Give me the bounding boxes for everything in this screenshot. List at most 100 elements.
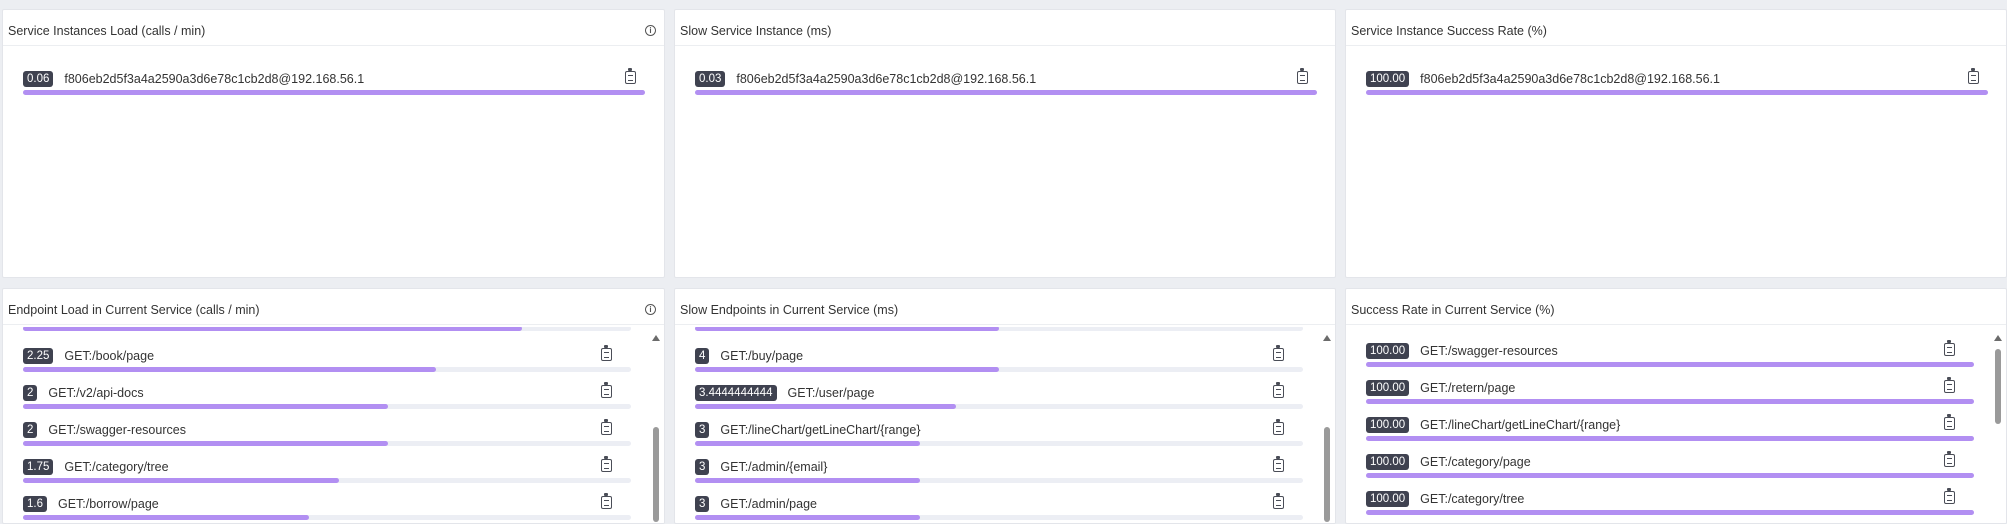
scrollbar-thumb[interactable] <box>1995 349 2001 424</box>
list-item[interactable]: 0.06 f806eb2d5f3a4a2590a3d6e78c1cb2d8@192… <box>23 68 645 107</box>
bar-track <box>1366 436 1974 441</box>
bar-fill <box>23 367 437 372</box>
value-badge: 100.00 <box>1366 417 1410 433</box>
scrollbar[interactable] <box>1990 327 2006 523</box>
bar-fill <box>695 327 999 331</box>
info-icon[interactable]: i <box>645 304 656 315</box>
value-badge: 100.00 <box>1366 454 1410 470</box>
copy-icon[interactable] <box>1273 456 1284 472</box>
copy-icon[interactable] <box>601 419 612 435</box>
scroll-up-arrow-icon[interactable] <box>1323 335 1331 341</box>
scroll-up-arrow-icon[interactable] <box>1994 335 2002 341</box>
bar-fill <box>23 441 388 446</box>
endpoint-name: GET:/buy/page <box>720 349 804 363</box>
scrollbar-thumb[interactable] <box>1324 427 1330 522</box>
list-item[interactable]: 3 GET:/admin/{email} <box>695 456 1303 495</box>
list-item[interactable]: 3.4444444444 GET:/user/page <box>695 382 1303 421</box>
list-item[interactable]: 100.00 GET:/category/tree <box>1366 488 1974 523</box>
bar-fill <box>1366 399 1974 404</box>
bar-fill <box>23 478 340 483</box>
metric-list: 0.06 f806eb2d5f3a4a2590a3d6e78c1cb2d8@192… <box>3 48 664 277</box>
value-badge: 3.4444444444 <box>695 385 777 401</box>
copy-icon[interactable] <box>1944 488 1955 504</box>
bar-track <box>1366 510 1974 515</box>
list-item[interactable]: 0.03 f806eb2d5f3a4a2590a3d6e78c1cb2d8@192… <box>695 68 1317 107</box>
copy-icon[interactable] <box>1944 340 1955 356</box>
copy-icon[interactable] <box>1944 451 1955 467</box>
bar-track <box>23 515 631 520</box>
panel-header: Success Rate in Current Service (%) <box>1346 289 2006 325</box>
scroll-up-arrow-icon[interactable] <box>652 335 660 341</box>
bar-track <box>1366 90 1988 95</box>
list-item[interactable]: 100.00 GET:/lineChart/getLineChart/{range… <box>1366 414 1974 453</box>
bar-track <box>23 90 645 95</box>
bar-track <box>695 367 1303 372</box>
list-item[interactable]: 100.00 GET:/retern/page <box>1366 377 1974 416</box>
panel-title: Slow Endpoints in Current Service (ms) <box>680 303 899 317</box>
list-item[interactable]: 2.25 GET:/book/page <box>23 345 631 384</box>
scrollbar[interactable] <box>1319 327 1335 523</box>
copy-icon[interactable] <box>601 345 612 361</box>
value-badge: 0.03 <box>695 71 726 87</box>
bar-track <box>1366 473 1974 478</box>
bar-fill <box>1366 436 1974 441</box>
endpoint-name: GET:/v2/api-docs <box>48 386 144 400</box>
bar-fill <box>1366 510 1974 515</box>
list-item[interactable]: 100.00 GET:/category/page <box>1366 451 1974 490</box>
list-item[interactable]: 1.75 GET:/category/tree <box>23 456 631 495</box>
bar-fill <box>23 90 645 95</box>
panel-title: Endpoint Load in Current Service (calls … <box>8 303 260 317</box>
value-badge: 100.00 <box>1366 343 1410 359</box>
list-item[interactable]: 100.00 f806eb2d5f3a4a2590a3d6e78c1cb2d8@1… <box>1366 68 1988 107</box>
bar-track <box>695 404 1303 409</box>
copy-icon[interactable] <box>601 456 612 472</box>
copy-icon[interactable] <box>601 493 612 509</box>
bar-track <box>695 515 1303 520</box>
copy-icon[interactable] <box>1273 419 1284 435</box>
value-badge: 2.25 <box>23 348 54 364</box>
bar-fill <box>1366 90 1988 95</box>
endpoint-name: f806eb2d5f3a4a2590a3d6e78c1cb2d8@192.168… <box>736 72 1037 86</box>
metric-list: 100.00 f806eb2d5f3a4a2590a3d6e78c1cb2d8@1… <box>1346 48 2006 277</box>
panel-title: Service Instance Success Rate (%) <box>1351 24 1547 38</box>
metric-list: 0.03 f806eb2d5f3a4a2590a3d6e78c1cb2d8@192… <box>675 48 1335 277</box>
scrollbar-thumb[interactable] <box>653 427 659 522</box>
list-item[interactable]: 1.6 GET:/borrow/page <box>23 493 631 523</box>
value-badge: 1.6 <box>23 496 47 512</box>
bar-track <box>1366 399 1974 404</box>
list-item[interactable]: 2 GET:/swagger-resources <box>23 419 631 458</box>
value-badge: 3 <box>695 496 710 512</box>
list-item[interactable]: 4 GET:/buy/page <box>695 345 1303 384</box>
bar-fill <box>1366 473 1974 478</box>
list-item[interactable]: 3 GET:/lineChart/getLineChart/{range} <box>695 419 1303 458</box>
copy-icon[interactable] <box>1273 493 1284 509</box>
copy-icon[interactable] <box>1297 68 1308 84</box>
metric-panel: Service Instances Load (calls / min) i 0.0… <box>2 9 665 278</box>
copy-icon[interactable] <box>1968 68 1979 84</box>
list-item[interactable]: 100.00 GET:/swagger-resources <box>1366 340 1974 379</box>
copy-icon[interactable] <box>1273 382 1284 398</box>
panel-header: Service Instances Load (calls / min) i <box>3 10 664 46</box>
copy-icon[interactable] <box>1944 414 1955 430</box>
endpoint-name: GET:/retern/page <box>1420 381 1516 395</box>
copy-icon[interactable] <box>601 382 612 398</box>
list-item[interactable]: 3 GET:/admin/page <box>695 493 1303 523</box>
bar-fill <box>23 515 309 520</box>
value-badge: 100.00 <box>1366 71 1410 87</box>
bar-track <box>23 367 631 372</box>
scrollbar[interactable] <box>648 327 664 523</box>
copy-icon[interactable] <box>1944 377 1955 393</box>
metric-list: 100.00 GET:/swagger-resources 100.00 GET:/r… <box>1346 327 1990 523</box>
list-item-partial <box>695 327 1303 343</box>
info-icon[interactable]: i <box>645 25 656 36</box>
bar-track <box>695 90 1317 95</box>
copy-icon[interactable] <box>625 68 636 84</box>
value-badge: 2 <box>23 385 38 401</box>
endpoint-name: GET:/swagger-resources <box>1420 344 1558 358</box>
bar-fill <box>695 515 920 520</box>
endpoint-name: GET:/swagger-resources <box>48 423 186 437</box>
top-divider <box>0 0 2007 5</box>
list-item[interactable]: 2 GET:/v2/api-docs <box>23 382 631 421</box>
copy-icon[interactable] <box>1273 345 1284 361</box>
bar-fill <box>695 478 920 483</box>
